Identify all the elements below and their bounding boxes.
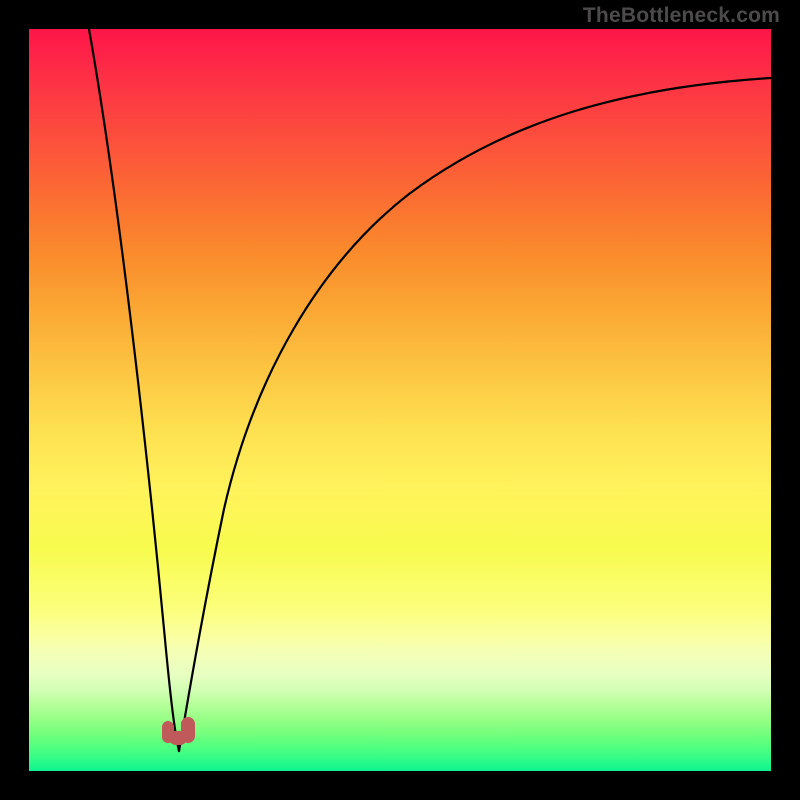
left-branch-curve [89,29,179,751]
plot-area [29,29,771,771]
marker-blob-icon [181,717,195,743]
right-branch-curve [179,78,771,751]
curve-layer [29,29,771,771]
brand-watermark: TheBottleneck.com [583,4,780,28]
chart-frame: TheBottleneck.com [0,0,800,800]
